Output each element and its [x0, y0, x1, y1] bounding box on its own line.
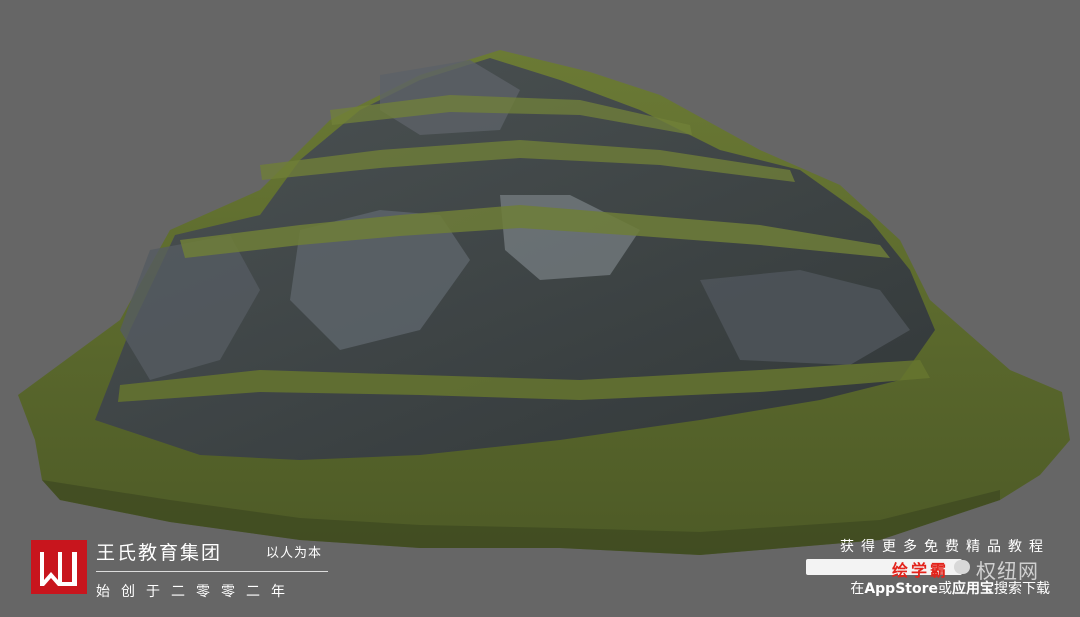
promo-title: 获得更多免费精品教程	[840, 539, 1050, 555]
footer-or: 或	[938, 581, 952, 597]
footer-prefix: 在	[850, 581, 865, 597]
divider	[96, 571, 328, 572]
appstore-label: AppStore	[864, 581, 938, 597]
wechat-icon	[954, 560, 970, 574]
promo-badge: 绘学霸 权纽网	[806, 556, 1050, 583]
footer-suffix: 搜索下载	[994, 581, 1050, 597]
brand-founded: 始创于二零零二年	[96, 584, 296, 600]
w-logo-icon	[31, 540, 87, 594]
download-hint: 在AppStore或应用宝搜索下载	[850, 578, 1050, 598]
yingyongbao-label: 应用宝	[952, 581, 994, 597]
brand-name: 王氏教育集团	[96, 542, 223, 564]
brand-tagline: 以人为本	[266, 546, 323, 561]
mountain-render	[18, 50, 1070, 555]
brand-logo	[31, 540, 87, 594]
